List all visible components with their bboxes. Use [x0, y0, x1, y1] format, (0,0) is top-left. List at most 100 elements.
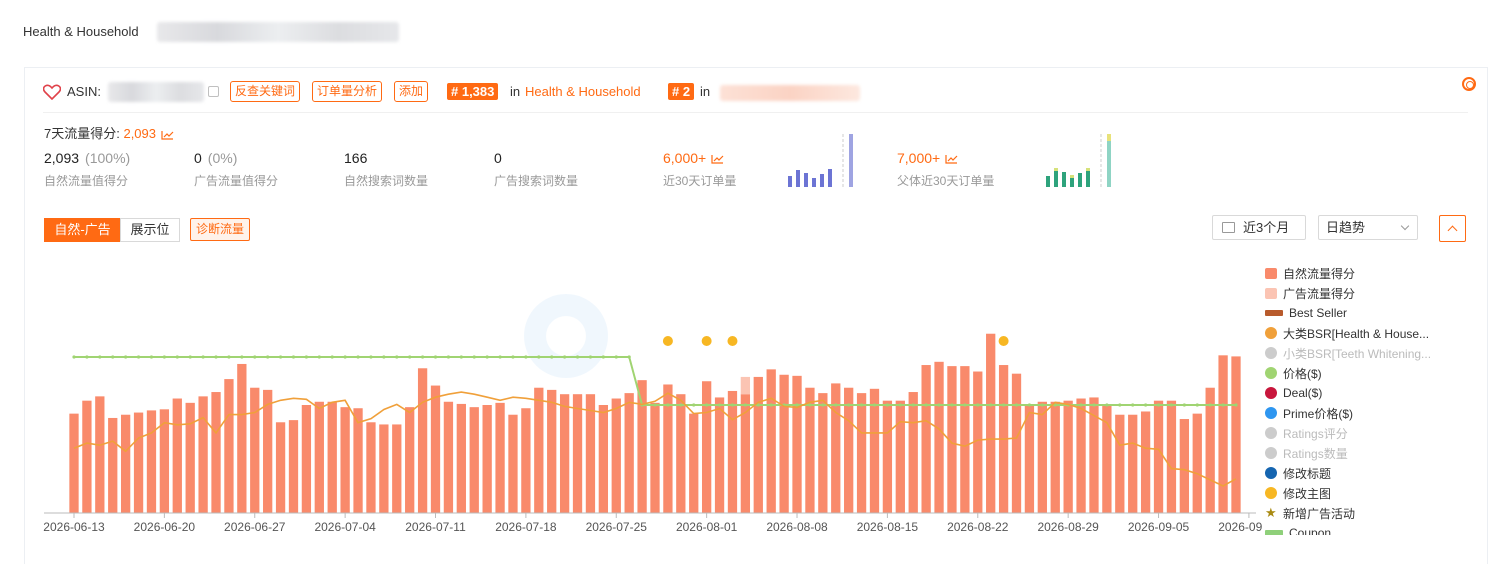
price-point	[317, 355, 321, 359]
organic-score-bar	[263, 389, 273, 513]
legend-label: Ratings数量	[1283, 446, 1348, 461]
legend-item[interactable]: ★ 新增广告活动	[1265, 503, 1445, 523]
organic-score-bar	[353, 408, 363, 513]
price-point	[950, 403, 954, 407]
breadcrumb[interactable]: Health & Household	[23, 24, 139, 39]
legend-item[interactable]: Ratings评分	[1265, 423, 1445, 443]
mini-bar	[804, 173, 808, 187]
organic-score-bar	[766, 369, 776, 513]
diagnose-traffic-button[interactable]: 诊断流量	[190, 218, 251, 241]
organic-score-bar	[379, 424, 389, 513]
price-point	[847, 403, 851, 407]
mini-bar	[1070, 177, 1074, 187]
organic-score-bar	[960, 366, 970, 513]
granularity-select[interactable]: 日趋势	[1318, 215, 1418, 240]
organic-score-bar	[676, 394, 686, 513]
mini-bar-top	[1054, 168, 1058, 171]
legend-item[interactable]: 价格($)	[1265, 363, 1445, 383]
parent-orders-mini-chart	[1046, 134, 1111, 187]
traffic-chart: 2026-06-13 2026-06-20 2026-06-27 2026-07-04…	[43, 294, 1262, 534]
organic-score-bar	[430, 385, 441, 513]
price-point	[472, 355, 476, 359]
metric-value: 2,093	[44, 150, 80, 166]
organic-score-bar	[1140, 411, 1151, 513]
price-point	[291, 355, 296, 359]
price-point	[1234, 403, 1238, 407]
legend-swatch-icon	[1265, 530, 1283, 535]
x-tick-label: 2026-07-18	[495, 520, 557, 534]
price-point	[524, 355, 528, 359]
price-point	[1221, 403, 1225, 407]
legend-item[interactable]: 修改标题	[1265, 463, 1445, 483]
organic-score-bar	[572, 394, 583, 513]
price-point	[382, 355, 386, 359]
legend-item[interactable]: 小类BSR[Teeth Whitening...	[1265, 343, 1445, 363]
metric-label: 自然流量值得分	[44, 174, 129, 188]
heart-icon[interactable]	[43, 84, 61, 100]
price-point	[1131, 403, 1135, 407]
organic-score-bar	[366, 422, 376, 513]
organic-score-bar	[637, 380, 647, 513]
organic-score-bar	[443, 401, 454, 513]
metric-ad-keywords: 0	[494, 150, 502, 166]
organic-score-bar	[469, 407, 479, 513]
blurred-title	[157, 22, 399, 42]
metric-pct: (100%)	[85, 150, 131, 166]
organic-score-bar	[146, 410, 157, 513]
legend-swatch-icon	[1265, 347, 1277, 359]
price-point	[1118, 403, 1122, 407]
organic-score-bar	[689, 413, 699, 513]
legend-item[interactable]: 修改主图	[1265, 483, 1445, 503]
organic-score-bar	[895, 400, 905, 513]
trend-icon[interactable]	[711, 154, 724, 164]
mini-bar	[796, 170, 800, 187]
organic-score-bar	[508, 414, 518, 513]
legend-item[interactable]: 广告流量得分	[1265, 283, 1445, 303]
price-point	[201, 355, 205, 359]
legend-item[interactable]: Coupon	[1265, 523, 1445, 535]
legend-item[interactable]: Deal($)	[1265, 383, 1445, 403]
legend-item[interactable]: 自然流量得分	[1265, 263, 1445, 283]
tab-organic-ad[interactable]: 自然-广告	[44, 218, 121, 242]
organic-score-bar	[534, 387, 544, 513]
metric-parent-30day-orders: 7,000+	[897, 150, 958, 166]
legend-swatch-icon	[1265, 327, 1277, 339]
legend-item[interactable]: Prime价格($)	[1265, 403, 1445, 423]
date-range-picker[interactable]: 近3个月	[1212, 215, 1306, 240]
legend-item[interactable]: 大类BSR[Health & House...	[1265, 323, 1445, 343]
legend-swatch-icon	[1265, 427, 1277, 439]
price-point	[614, 355, 618, 359]
price-point	[859, 403, 864, 407]
price-point	[898, 403, 902, 407]
x-tick-label: 2026-08-01	[676, 520, 738, 534]
organic-score-bar	[831, 383, 841, 513]
legend-item[interactable]: Best Seller	[1265, 303, 1445, 323]
price-point	[188, 355, 192, 359]
tab-placement[interactable]: 展示位	[120, 218, 180, 242]
price-point	[446, 355, 451, 359]
metric-value: 0	[494, 150, 502, 166]
price-point	[666, 403, 670, 407]
mini-bar	[1062, 172, 1066, 187]
legend-item[interactable]: Ratings数量	[1265, 443, 1445, 463]
metric-pct: (0%)	[207, 150, 238, 166]
trend-icon[interactable]	[945, 154, 958, 164]
rank-category-link[interactable]: Health & Household	[525, 84, 641, 99]
price-point	[98, 355, 102, 359]
copy-icon[interactable]	[208, 86, 219, 97]
order-analysis-button[interactable]: 订单量分析	[312, 81, 383, 102]
legend-label: Coupon	[1289, 526, 1332, 535]
price-point	[149, 355, 154, 359]
price-point	[240, 355, 244, 359]
legend-swatch-icon	[1265, 447, 1277, 459]
reverse-keyword-button[interactable]: 反查关键词	[230, 81, 301, 102]
add-button[interactable]: 添加	[394, 81, 429, 102]
collapse-button[interactable]	[1439, 215, 1466, 242]
legend-label: 广告流量得分	[1283, 286, 1356, 301]
trend-icon[interactable]	[161, 130, 174, 140]
settings-icon[interactable]	[1462, 77, 1476, 91]
watermark-logo	[524, 294, 608, 378]
price-point	[1002, 403, 1006, 407]
price-point	[575, 355, 580, 359]
price-point	[459, 355, 463, 359]
